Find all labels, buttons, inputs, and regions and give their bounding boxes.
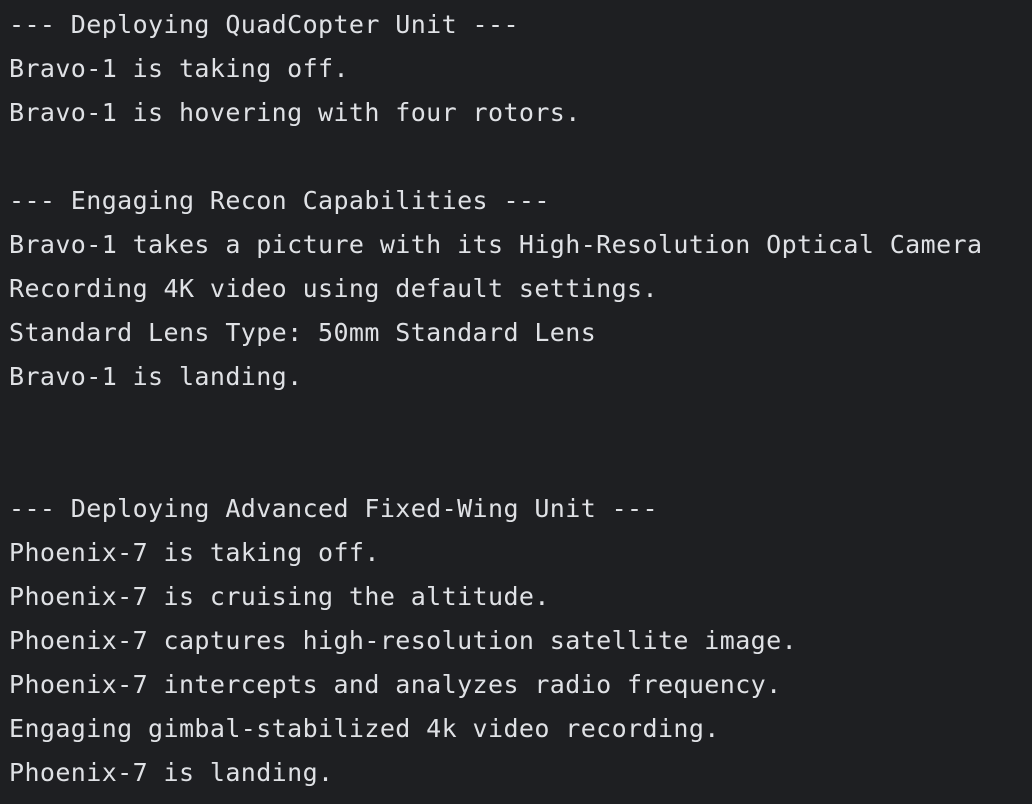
console-line: Phoenix-7 is landing. xyxy=(9,758,334,787)
console-line: Bravo-1 is taking off. xyxy=(9,54,349,83)
console-line: Phoenix-7 is cruising the altitude. xyxy=(9,582,550,611)
console-line: --- Deploying Advanced Fixed-Wing Unit -… xyxy=(9,494,658,523)
console-line: Bravo-1 takes a picture with its High-Re… xyxy=(9,230,983,259)
console-line: Phoenix-7 is taking off. xyxy=(9,538,380,567)
console-line: --- Deploying QuadCopter Unit --- xyxy=(9,10,519,39)
console-line: Bravo-1 is landing. xyxy=(9,362,303,391)
console-output: --- Deploying QuadCopter Unit --- Bravo-… xyxy=(0,0,1032,804)
console-line: Phoenix-7 intercepts and analyzes radio … xyxy=(9,670,782,699)
console-line: Phoenix-7 captures high-resolution satel… xyxy=(9,626,798,655)
console-line: Bravo-1 is hovering with four rotors. xyxy=(9,98,581,127)
console-line: --- Engaging Recon Capabilities --- xyxy=(9,186,550,215)
console-line: Recording 4K video using default setting… xyxy=(9,274,658,303)
console-line: Standard Lens Type: 50mm Standard Lens xyxy=(9,318,597,347)
console-line: Engaging gimbal-stabilized 4k video reco… xyxy=(9,714,720,743)
